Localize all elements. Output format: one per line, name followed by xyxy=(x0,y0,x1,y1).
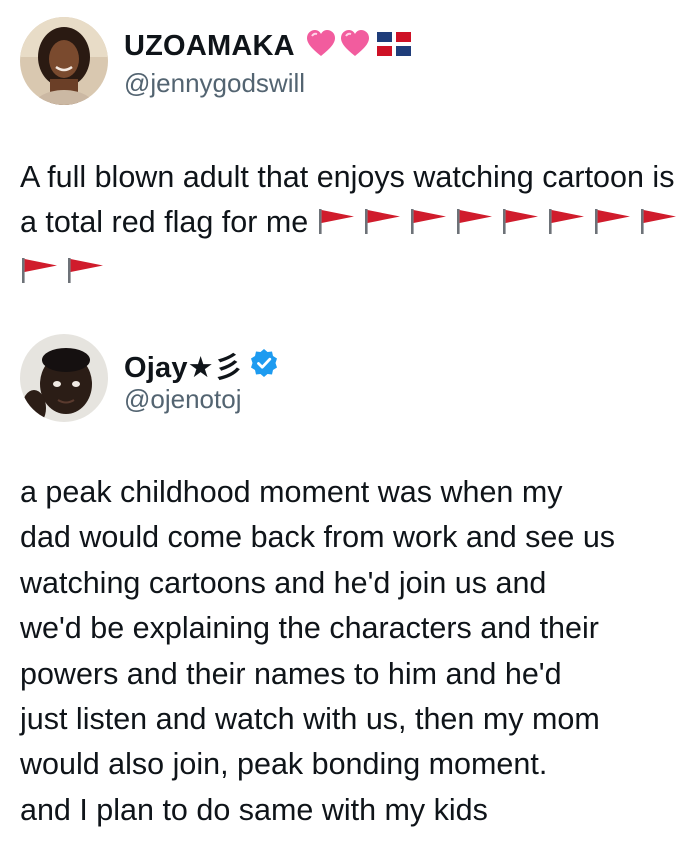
red-flag-icon xyxy=(593,203,633,248)
text-line: would also join, peak bonding moment. xyxy=(20,747,548,782)
red-flag-icon xyxy=(317,203,357,248)
red-flag-icon xyxy=(363,203,403,248)
red-flag-icon xyxy=(409,203,449,248)
text-line: just listen and watch with us, then my m… xyxy=(20,702,600,737)
text-line: and I plan to do same with my kids xyxy=(20,792,488,827)
heart-icon xyxy=(339,28,371,65)
handle[interactable]: @jennygodswill xyxy=(124,68,305,99)
dominican-flag-icon xyxy=(376,32,411,61)
display-name[interactable]: UZOAMAKA xyxy=(124,30,295,63)
avatar-ojay[interactable] xyxy=(20,334,108,422)
avatar-uzoamaka[interactable] xyxy=(20,17,108,105)
red-flag-icon xyxy=(455,203,495,248)
heart-icon xyxy=(305,28,337,65)
tweet-text: a peak childhood moment was when my dad … xyxy=(20,470,690,833)
red-flag-icon xyxy=(20,252,60,297)
display-name[interactable]: Ojay★彡 xyxy=(124,344,243,386)
red-flag-icon xyxy=(639,203,679,248)
red-flag-icon xyxy=(547,203,587,248)
text-line: a peak childhood moment was when my xyxy=(20,475,563,509)
text-line: watching cartoons and he'd join us and xyxy=(20,565,547,600)
tweet-text: A full blown adult that enjoys watching … xyxy=(20,155,690,297)
tweet-uzoamaka: UZOAMAKA @jennygodswill A full blown adu… xyxy=(0,0,700,300)
red-flag-icon xyxy=(501,203,541,248)
verified-badge-icon xyxy=(249,348,279,383)
name-row: Ojay★彡 xyxy=(124,344,279,386)
name-row: UZOAMAKA xyxy=(124,28,411,65)
tweet-ojay: Ojay★彡 @ojenotoj a peak childhood moment… xyxy=(0,320,700,848)
text-line: dad would come back from work and see us xyxy=(20,520,616,555)
handle[interactable]: @ojenotoj xyxy=(124,384,241,415)
text-line: we'd be explaining the characters and th… xyxy=(20,611,599,646)
red-flag-icon xyxy=(66,252,106,297)
text-line: powers and their names to him and he'd xyxy=(20,656,562,691)
